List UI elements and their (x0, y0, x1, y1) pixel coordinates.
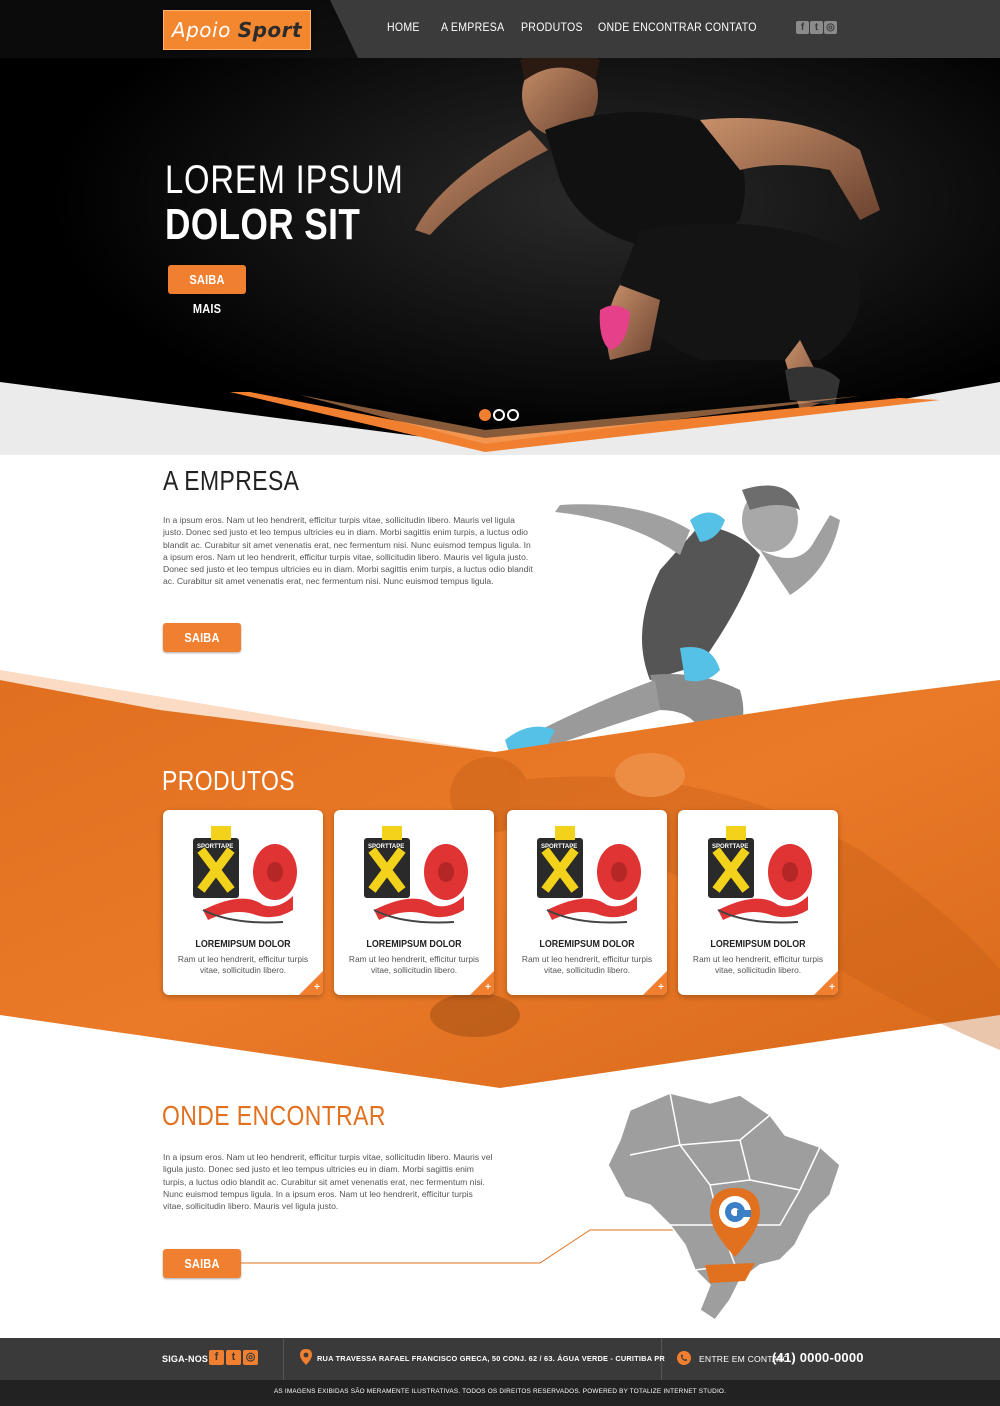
nav-contato[interactable]: CONTATO (705, 20, 757, 34)
main-nav: HOME A EMPRESA PRODUTOS ONDE ENCONTRAR C… (0, 20, 1000, 38)
hero-saiba-mais-button[interactable]: SAIBA MAIS (168, 265, 246, 316)
onde-saiba-mais-button[interactable]: SAIBA MAIS (163, 1249, 241, 1300)
brazil-map (241, 1092, 840, 1322)
nav-a-empresa[interactable]: A EMPRESA (441, 20, 504, 34)
footer-social-links: f t ◎ (209, 1350, 260, 1366)
plus-icon: + (485, 982, 491, 993)
plus-icon: + (314, 982, 320, 993)
nav-onde-encontrar[interactable]: ONDE ENCONTRAR (598, 20, 702, 34)
product-brand-2: SPORTTAPE (368, 844, 404, 850)
social-links-top: f t ◎ (796, 21, 838, 35)
product-brand-1: SPORTTAPE (197, 844, 233, 850)
product-description: Ram ut leo hendrerit, efficitur turpis v… (177, 954, 309, 975)
instagram-icon[interactable]: ◎ (824, 21, 837, 34)
empresa-text: In a ipsum eros. Nam ut leo hendrerit, e… (163, 515, 533, 587)
product-name: LOREMIPSUM DOLOR (195, 938, 291, 950)
product-name: LOREMIPSUM DOLOR (539, 938, 635, 950)
footer-copyright: AS IMAGENS EXIBIDAS SÃO MERAMENTE ILUSTR… (273, 1388, 727, 1395)
product-card-3[interactable]: SPORTTAPE LOREMIPSUM DOLOR Ram ut leo he… (507, 810, 667, 995)
product-description: Ram ut leo hendrerit, efficitur turpis v… (348, 954, 480, 975)
empresa-saiba-mais-button[interactable]: SAIBA MAIS (163, 623, 241, 674)
plus-icon: + (829, 982, 835, 993)
product-description: Ram ut leo hendrerit, efficitur turpis v… (692, 954, 824, 975)
product-card-1[interactable]: SPORTTAPE LOREMIPSUM DOLOR Ram ut leo he… (163, 810, 323, 995)
product-card-4[interactable]: SPORTTAPE LOREMIPSUM DOLOR Ram ut leo he… (678, 810, 838, 995)
twitter-icon[interactable]: t (226, 1350, 241, 1365)
instagram-icon[interactable]: ◎ (243, 1350, 258, 1365)
product-description: Ram ut leo hendrerit, efficitur turpis v… (521, 954, 653, 975)
empresa-title: A EMPRESA (163, 465, 300, 496)
footer-address: RUA TRAVESSA RAFAEL FRANCISCO GRECA, 50 … (317, 1354, 665, 1363)
phone-icon (677, 1351, 691, 1365)
product-name: LOREMIPSUM DOLOR (366, 938, 462, 950)
product-image-3: SPORTTAPE (537, 826, 641, 924)
product-card-2[interactable]: SPORTTAPE LOREMIPSUM DOLOR Ram ut leo he… (334, 810, 494, 995)
facebook-icon[interactable]: f (209, 1350, 224, 1365)
hero-button-label: SAIBA MAIS (189, 272, 225, 316)
footer-phone[interactable]: (41) 0000-0000 (772, 1350, 864, 1365)
nav-produtos[interactable]: PRODUTOS (521, 20, 583, 34)
product-brand-3: SPORTTAPE (541, 844, 577, 850)
map-marker-icon (300, 1349, 312, 1365)
plus-icon: + (658, 982, 664, 993)
produtos-title: PRODUTOS (162, 765, 295, 796)
onde-button-label: SAIBA MAIS (184, 1256, 220, 1300)
facebook-icon[interactable]: f (796, 21, 809, 34)
product-image-1: SPORTTAPE (193, 826, 297, 924)
product-name: LOREMIPSUM DOLOR (710, 938, 806, 950)
product-image-4: SPORTTAPE (708, 826, 812, 924)
twitter-icon[interactable]: t (810, 21, 823, 34)
produtos-background (0, 670, 1000, 1088)
nav-home[interactable]: HOME (387, 20, 420, 34)
footer-follow-label: SIGA-NOS (162, 1354, 209, 1364)
product-image-2: SPORTTAPE (364, 826, 468, 924)
hero-title-line1: LOREM IPSUM (165, 158, 404, 202)
hero-title-line2: DOLOR SIT (165, 200, 361, 249)
product-brand-4: SPORTTAPE (712, 844, 748, 850)
footer-divider (283, 1338, 284, 1380)
